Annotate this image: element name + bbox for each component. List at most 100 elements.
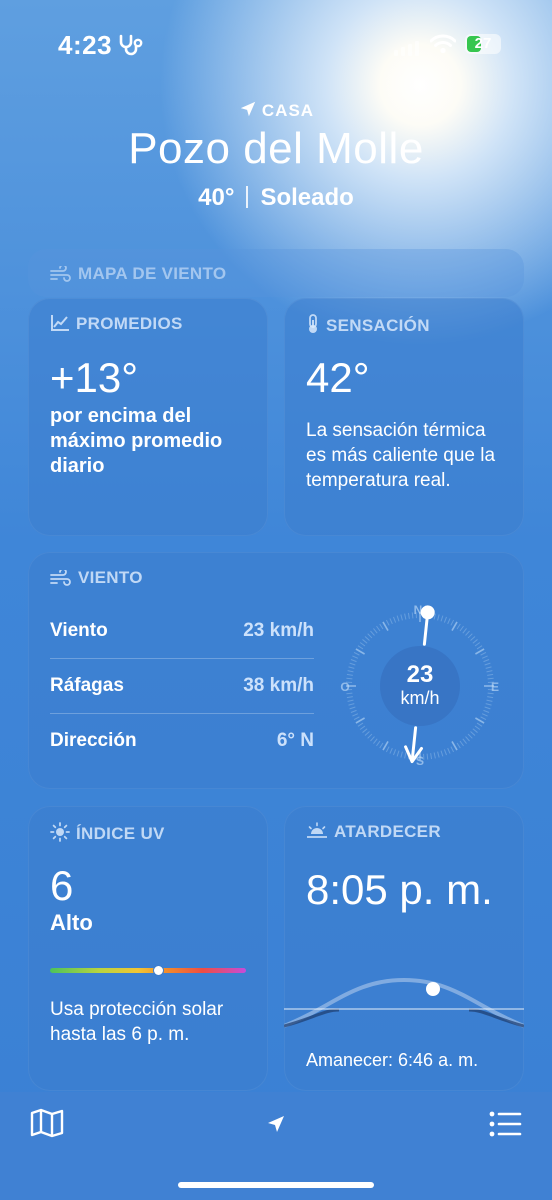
compass-tick [474, 642, 481, 647]
compass-west: O [340, 680, 349, 694]
compass-tick [456, 742, 461, 749]
wind-card[interactable]: VIENTO Viento 23 km/h Ráfagas 38 km/h Di… [28, 552, 524, 789]
compass-tick [353, 651, 360, 656]
compass-tick [349, 706, 356, 710]
compass-tick [486, 699, 493, 702]
feels-like-card[interactable]: SENSACIÓN 42° La sensación térmica es má… [284, 298, 524, 536]
wind-map-title: MAPA DE VIENTO [50, 264, 226, 284]
compass-tick [348, 703, 355, 706]
compass-tick [350, 709, 357, 713]
location-label-text: CASA [261, 101, 315, 120]
compass-tick [462, 738, 467, 744]
compass-tick [481, 655, 488, 659]
compass-tick [443, 616, 447, 623]
status-time: 4:23 [58, 30, 113, 60]
battery-level: 27 [474, 35, 492, 52]
stethoscope-icon [119, 34, 143, 56]
compass-tick [447, 618, 451, 625]
compass-tick [347, 670, 354, 673]
compass-tick [400, 751, 403, 758]
wifi-icon [430, 34, 456, 54]
compass-tick [348, 666, 355, 669]
city-name: Pozo del Molle [128, 124, 424, 173]
compass-tick [355, 717, 365, 724]
wind-row-label: Dirección [50, 730, 137, 751]
compass-tick [437, 614, 440, 621]
compass-tick [370, 630, 375, 636]
location-label: CASA [0, 100, 552, 121]
sunset-icon [307, 822, 327, 838]
compass-tick [476, 645, 483, 650]
compass-tick [389, 618, 393, 625]
list-icon[interactable] [488, 1110, 522, 1138]
compass-tick [349, 662, 356, 666]
wind-map-title-text: MAPA DE VIENTO [78, 264, 227, 283]
compass-tick [459, 740, 464, 747]
compass-tick [396, 615, 400, 622]
compass-tick [472, 639, 478, 644]
compass-tick [443, 749, 447, 756]
compass-tick [404, 613, 407, 620]
compass-tick [379, 623, 384, 630]
sunset-title: ATARDECER [306, 822, 441, 842]
separator [246, 186, 249, 208]
compass-tick [450, 746, 455, 753]
compass-tick [485, 666, 492, 669]
compass-tick [393, 616, 397, 623]
averages-title-text: PROMEDIOS [76, 314, 183, 333]
compass-tick [470, 636, 476, 641]
compass-tick [437, 751, 440, 758]
wind-icon [50, 568, 71, 586]
wind-row-label: Ráfagas [50, 675, 124, 696]
compass-tick [367, 633, 373, 639]
compass-north: N [414, 603, 423, 617]
sunset-card[interactable]: ATARDECER 8:05 p. m. Amanecer: 6:46 a. m… [284, 806, 524, 1091]
compass-tick [447, 747, 451, 754]
compass-tick [347, 699, 354, 702]
uv-scale-marker [152, 965, 164, 976]
sun-path-chart [284, 977, 524, 1028]
compass-tick [487, 696, 494, 699]
wind-icon [50, 264, 71, 282]
compass-tick [352, 655, 359, 659]
compass-tick [459, 625, 464, 632]
compass-tick [376, 740, 381, 747]
averages-title: PROMEDIOS [50, 314, 183, 334]
wind-row-direction: Dirección 6° N [50, 714, 314, 768]
wind-row-value: 38 km/h [243, 675, 314, 696]
averages-card[interactable]: PROMEDIOS +13° por encima del máximo pro… [28, 298, 268, 536]
wind-row-speed: Viento 23 km/h [50, 604, 314, 659]
status-bar: 4:23 27 [0, 0, 552, 90]
compass-tick [400, 614, 403, 621]
compass-tick [475, 648, 485, 655]
compass-tick [480, 651, 487, 656]
compass-tick [382, 621, 389, 631]
compass-tick [450, 619, 455, 626]
map-icon[interactable] [30, 1108, 64, 1138]
current-conditions: 40° Soleado [0, 184, 552, 212]
averages-description: por encima del máximo promedio diario [50, 405, 223, 477]
compass-unit: km/h [400, 688, 439, 708]
current-location-icon[interactable] [266, 1114, 286, 1134]
compass-tick [483, 659, 490, 663]
condition-text: Soleado [260, 184, 354, 211]
home-indicator[interactable] [178, 1182, 374, 1188]
compass-tick [359, 642, 366, 647]
uv-index-card[interactable]: ÍNDICE UV 6 Alto Usa protección solar ha… [28, 806, 268, 1091]
compass-tick [370, 736, 375, 742]
wind-row-value: 6° N [276, 730, 314, 751]
wind-row-gusts: Ráfagas 38 km/h [50, 659, 314, 714]
compass-tick [456, 623, 461, 630]
current-temp: 40° [198, 184, 235, 211]
compass-tick [373, 738, 378, 744]
compass-tick [357, 645, 364, 650]
wind-map-card[interactable]: MAPA DE VIENTO [28, 249, 524, 297]
compass-tick [451, 741, 458, 751]
compass-tick [467, 633, 473, 639]
compass-tick [465, 736, 470, 742]
compass-tick [346, 696, 353, 699]
compass-tick [382, 741, 389, 751]
compass-tick [396, 750, 400, 757]
compass-tick [355, 648, 365, 655]
compass-tick [359, 725, 366, 730]
